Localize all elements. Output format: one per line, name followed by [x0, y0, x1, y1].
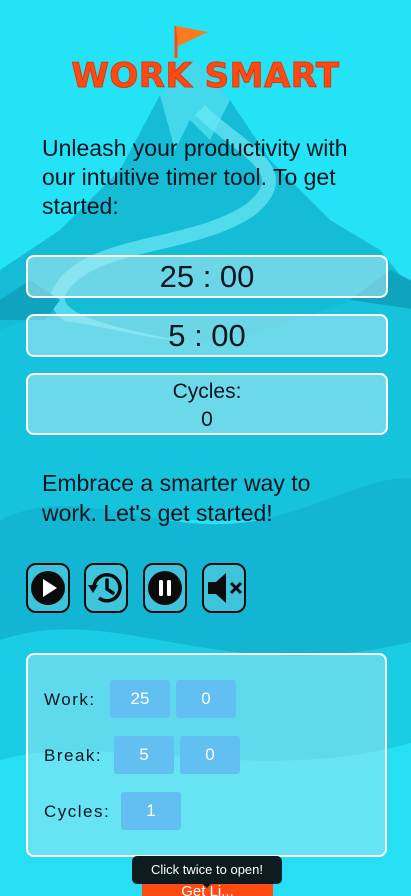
- tooltip-arrow: [201, 882, 213, 888]
- tooltip: Click twice to open!: [132, 856, 282, 884]
- reset-button[interactable]: [84, 563, 128, 613]
- mute-icon: [208, 573, 243, 603]
- break-minutes-input[interactable]: 5: [114, 736, 174, 774]
- flag-icon: [174, 26, 208, 58]
- cycles-display-value: 0: [201, 408, 213, 431]
- app-title: WORK SMART: [71, 56, 340, 97]
- app-logo: WORK SMART: [0, 24, 411, 100]
- mute-button[interactable]: [202, 563, 246, 613]
- cycles-count-input[interactable]: 1: [121, 792, 181, 830]
- break-seconds-input[interactable]: 0: [180, 736, 240, 774]
- cycles-display-label: Cycles:: [172, 380, 242, 403]
- break-timer-display: 5 : 00: [26, 314, 388, 357]
- play-button[interactable]: [26, 563, 70, 613]
- intro-text: Unleash your productivity with our intui…: [42, 135, 348, 219]
- pause-icon: [148, 571, 182, 605]
- pause-button[interactable]: [143, 563, 187, 613]
- cycles-setting-label: Cycles:: [44, 802, 111, 821]
- work-minutes-input[interactable]: 25: [110, 680, 170, 718]
- cycles-display: Cycles: 0: [26, 373, 388, 435]
- play-icon: [31, 571, 65, 605]
- work-timer-display: 25 : 00: [26, 255, 388, 298]
- work-setting-label: Work:: [44, 690, 96, 709]
- work-seconds-input[interactable]: 0: [176, 680, 236, 718]
- reset-history-icon: [88, 573, 122, 603]
- break-setting-label: Break:: [44, 746, 103, 765]
- embrace-text: Embrace a smarter way to work. Let's get…: [42, 470, 311, 526]
- settings-panel: Work: 25 0 Break: 5 0 Cycles: 1: [26, 653, 387, 857]
